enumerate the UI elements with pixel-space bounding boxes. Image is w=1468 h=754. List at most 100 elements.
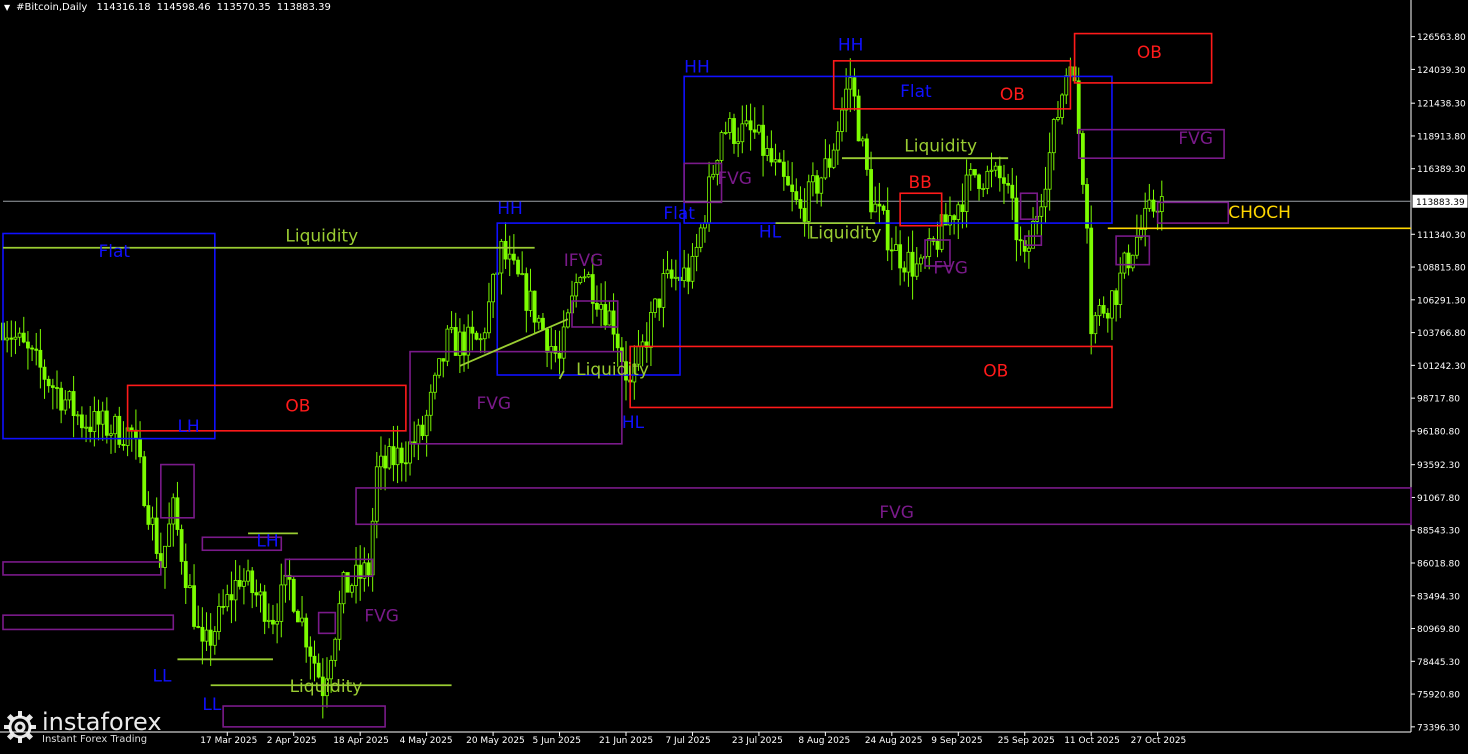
candle-body <box>113 415 118 435</box>
candle-body <box>769 148 774 163</box>
y-tick-label: 73396.30 <box>1417 723 1460 733</box>
candle-body <box>732 118 736 144</box>
candle-body <box>582 276 587 279</box>
candle-body <box>541 317 545 330</box>
candle-body <box>794 191 799 200</box>
candle-body <box>840 109 844 132</box>
candle-body <box>237 580 242 587</box>
x-tick-label: 8 Aug 2025 <box>798 736 850 746</box>
x-tick-label: 11 Oct 2025 <box>1064 736 1120 746</box>
candle-body <box>586 274 591 278</box>
candle-body <box>516 259 520 275</box>
candle-body <box>698 227 703 248</box>
candle-body <box>511 253 516 261</box>
ohlc-high: 114598.46 <box>156 2 211 13</box>
candle-body <box>433 374 437 393</box>
candle-body <box>217 606 221 632</box>
zone-label-liquidity: Liquidity <box>809 224 882 244</box>
candle-body <box>117 415 122 445</box>
candle-body <box>341 572 346 605</box>
zone-label-fvg: FVG <box>879 503 914 523</box>
candle-body <box>798 199 803 209</box>
y-tick-label: 124039.30 <box>1417 66 1466 76</box>
candle-body <box>349 585 354 593</box>
candle-body <box>416 424 421 445</box>
candle-body <box>271 619 275 625</box>
red-zone-ob <box>832 60 1072 110</box>
candle-body <box>865 138 869 170</box>
candle-body <box>1010 184 1015 199</box>
candle-body <box>441 358 446 362</box>
ohlc-open: 114316.18 <box>96 2 151 13</box>
candle-body <box>374 466 379 522</box>
candle-body <box>312 655 317 664</box>
candle-body <box>46 378 51 387</box>
candle-body <box>561 326 566 359</box>
candle-body <box>5 337 10 341</box>
candle-body <box>188 585 192 589</box>
structure-label-ll: LL <box>202 695 221 715</box>
triangle-down-icon[interactable]: ▼ <box>4 3 10 12</box>
gear-logo-icon <box>2 709 38 745</box>
zone-label-ifvg: IFVG <box>564 251 604 271</box>
x-tick-label: 21 Jun 2025 <box>599 736 653 746</box>
candle-body <box>1018 239 1023 242</box>
candle-body <box>13 336 18 340</box>
candle-body <box>968 169 973 176</box>
red-zone-ob <box>126 384 407 432</box>
zone-label-flat: Flat <box>99 242 131 262</box>
candle-body <box>1105 312 1110 319</box>
candle-body <box>150 517 155 525</box>
x-tick-label: 23 Jul 2025 <box>732 736 783 746</box>
candle-body <box>694 246 699 257</box>
zone-label-flat: Flat <box>663 204 695 224</box>
candle-body <box>258 591 263 596</box>
candle-body <box>233 580 238 601</box>
candle-body <box>138 438 142 458</box>
candle-body <box>241 580 246 587</box>
candle-body <box>1031 220 1035 249</box>
current-price-value: 113883.39 <box>1416 198 1465 208</box>
candle-body <box>80 414 84 429</box>
purple-zone-box <box>222 705 386 728</box>
y-tick-label: 83494.30 <box>1417 592 1460 602</box>
structure-label-hh: HH <box>497 199 523 219</box>
price-chart-svg[interactable]: 126563.80 124039.30 121438.30 118913.80 1163… <box>0 0 1468 750</box>
y-tick-label: 86018.80 <box>1417 559 1460 569</box>
purple-zone-box <box>2 614 175 631</box>
candle-body <box>1047 152 1052 190</box>
candle-body <box>964 174 969 213</box>
candle-body <box>873 203 878 213</box>
candle-body <box>528 290 533 311</box>
candle-body <box>578 277 583 284</box>
candle-body <box>673 276 678 279</box>
candle-body <box>295 610 300 623</box>
candle-body <box>918 257 923 265</box>
chart: 126563.80 124039.30 121438.30 118913.80 1163… <box>0 0 1468 750</box>
candle-body <box>71 391 76 417</box>
candle-body <box>690 255 695 282</box>
candle-body <box>9 337 14 340</box>
candle-body <box>603 304 608 326</box>
x-tick-label: 18 Apr 2025 <box>333 736 389 746</box>
candle-body <box>445 328 450 362</box>
candle-body <box>279 584 284 622</box>
candle-body <box>860 138 865 142</box>
zone-label-liquidity: Liquidity <box>576 360 649 380</box>
candle-body <box>1110 290 1114 319</box>
candle-body <box>92 411 97 433</box>
candle-body <box>491 273 496 303</box>
logo-tagline: Instant Forex Trading <box>42 733 148 745</box>
candle-body <box>437 358 442 376</box>
candle-body <box>1134 236 1139 256</box>
candle-body <box>391 446 396 466</box>
ohlc-low: 113570.35 <box>216 2 271 13</box>
candle-body <box>408 441 412 464</box>
candle-body <box>1076 80 1081 134</box>
zone-label-ob: OB <box>1000 85 1025 105</box>
candle-body <box>960 204 965 213</box>
candle-body <box>200 626 205 642</box>
y-tick-label: 78445.30 <box>1417 658 1460 668</box>
candle-body <box>474 332 479 340</box>
candle-body <box>831 149 836 168</box>
